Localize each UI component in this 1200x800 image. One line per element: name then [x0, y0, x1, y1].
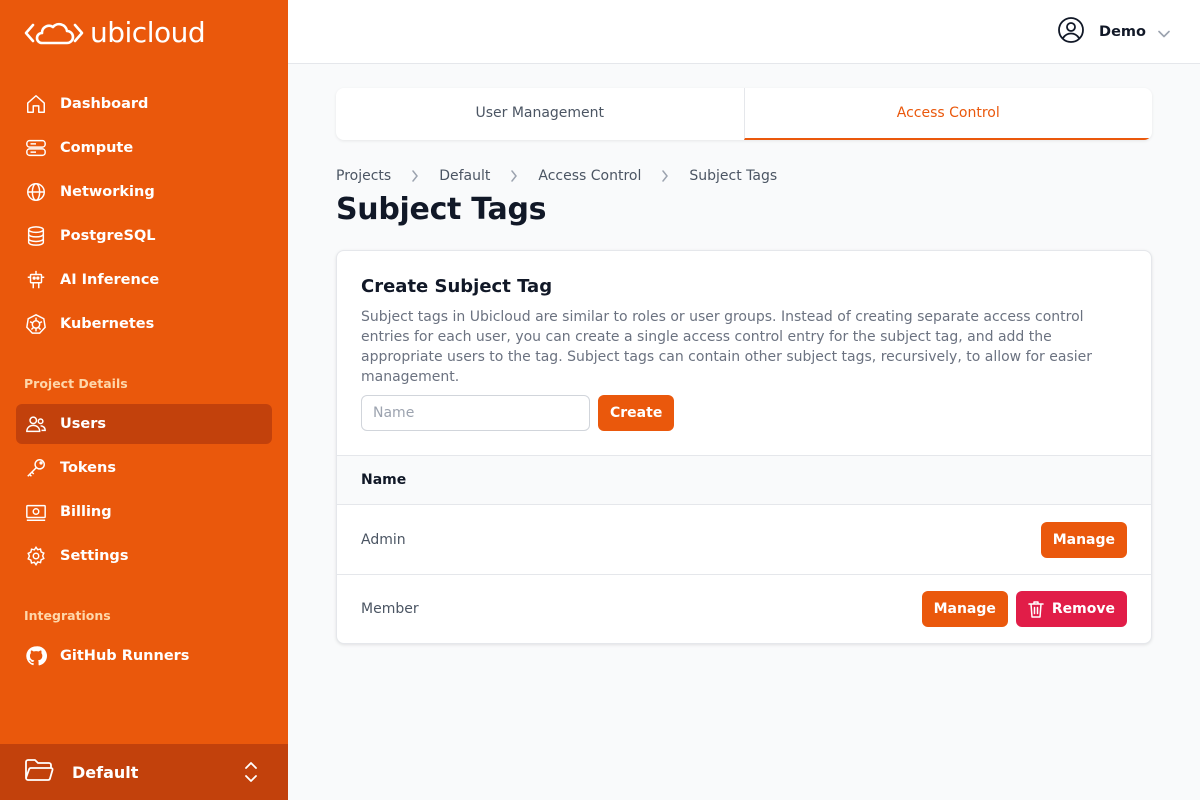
- chevron-right-icon: [661, 170, 669, 182]
- table-header: Name: [337, 455, 1151, 505]
- row-actions: Manage Remove: [921, 591, 1127, 627]
- sidebar-item-label: AI Inference: [60, 272, 160, 288]
- section-heading: Integrations: [24, 608, 111, 623]
- sidebar-item-tokens[interactable]: Tokens: [16, 448, 272, 488]
- sidebar-item-dashboard[interactable]: Dashboard: [16, 84, 272, 124]
- sidebar-item-ai-inference[interactable]: AI Inference: [16, 260, 272, 300]
- cloud-logo-icon: [24, 22, 84, 45]
- chevron-up-down-icon: [244, 760, 258, 788]
- tag-name: Admin: [361, 531, 406, 548]
- table-row: Member Manage Remove: [337, 574, 1151, 643]
- manage-button[interactable]: Manage: [1040, 521, 1127, 558]
- main-nav: Dashboard Compute Networking PostgreSQL …: [16, 84, 272, 348]
- create-row: Create: [361, 395, 1127, 431]
- sidebar-item-label: Settings: [60, 548, 129, 564]
- manage-button[interactable]: Manage: [921, 591, 1008, 627]
- brand-name: ubicloud: [90, 16, 206, 49]
- sidebar-item-label: Users: [60, 416, 107, 432]
- subject-tags-card: Create Subject Tag Subject tags in Ubicl…: [336, 250, 1152, 644]
- name-input[interactable]: [361, 395, 590, 431]
- project-switcher[interactable]: Default: [0, 744, 288, 800]
- tab-user-management[interactable]: User Management: [336, 88, 744, 140]
- sidebar-item-label: Dashboard: [60, 96, 149, 112]
- integrations-section: Integrations: [16, 606, 272, 626]
- kubernetes-icon: [24, 312, 48, 336]
- section-heading: Project Details: [24, 376, 128, 391]
- sidebar-item-github-runners[interactable]: GitHub Runners: [16, 636, 272, 676]
- table-row: Admin Manage: [337, 505, 1151, 574]
- user-name: Demo: [1099, 24, 1146, 40]
- billing-icon: [24, 500, 48, 524]
- row-actions: Manage: [1040, 521, 1127, 558]
- users-icon: [24, 412, 48, 436]
- project-details-section: Project Details: [16, 374, 272, 394]
- create-subject-tag-form: Create Subject Tag Subject tags in Ubicl…: [337, 251, 1151, 455]
- integrations-nav: GitHub Runners: [16, 636, 272, 680]
- breadcrumb-current: Subject Tags: [689, 168, 778, 184]
- globe-icon: [24, 180, 48, 204]
- sidebar-item-label: Compute: [60, 140, 134, 156]
- breadcrumb-link-default[interactable]: Default: [439, 168, 490, 184]
- sidebar-item-postgresql[interactable]: PostgreSQL: [16, 216, 272, 256]
- folder-icon: [24, 757, 56, 787]
- sidebar-item-kubernetes[interactable]: Kubernetes: [16, 304, 272, 344]
- trash-icon: [1028, 600, 1044, 618]
- chevron-right-icon: [510, 170, 518, 182]
- sidebar-item-label: Tokens: [60, 460, 116, 476]
- sidebar-item-compute[interactable]: Compute: [16, 128, 272, 168]
- sidebar-item-label: GitHub Runners: [60, 648, 190, 664]
- tab-bar: User Management Access Control: [336, 88, 1152, 140]
- sidebar-item-label: PostgreSQL: [60, 228, 156, 244]
- database-icon: [24, 224, 48, 248]
- breadcrumb-link-projects[interactable]: Projects: [336, 168, 391, 184]
- page-title: Subject Tags: [336, 192, 547, 227]
- github-icon: [24, 644, 48, 668]
- main-content: User Management Access Control Projects …: [336, 88, 1152, 644]
- project-name: Default: [72, 762, 139, 782]
- sidebar-item-label: Kubernetes: [60, 316, 155, 332]
- user-circle-icon: [1057, 16, 1085, 48]
- server-icon: [24, 136, 48, 160]
- sidebar-item-label: Networking: [60, 184, 155, 200]
- robot-icon: [24, 268, 48, 292]
- remove-label: Remove: [1051, 601, 1115, 617]
- tab-access-control[interactable]: Access Control: [743, 88, 1152, 140]
- gear-icon: [24, 544, 48, 568]
- sidebar-item-users[interactable]: Users: [16, 404, 272, 444]
- home-icon: [24, 92, 48, 116]
- sidebar-item-networking[interactable]: Networking: [16, 172, 272, 212]
- breadcrumb: Projects Default Access Control Subject …: [336, 166, 1152, 186]
- chevron-right-icon: [411, 170, 419, 182]
- key-icon: [24, 456, 48, 480]
- chevron-down-icon: [1158, 23, 1170, 42]
- user-menu[interactable]: Demo: [1057, 16, 1170, 48]
- sidebar-item-label: Billing: [60, 504, 112, 520]
- sidebar-item-settings[interactable]: Settings: [16, 536, 272, 576]
- column-header-name: Name: [361, 472, 407, 488]
- project-nav: Users Tokens Billing Settings: [16, 404, 272, 580]
- sidebar: ubicloud Dashboard Compute Networking Po…: [0, 0, 288, 800]
- brand-logo[interactable]: ubicloud: [24, 16, 206, 50]
- card-title: Create Subject Tag: [361, 276, 553, 297]
- create-button[interactable]: Create: [598, 395, 675, 431]
- card-description: Subject tags in Ubicloud are similar to …: [361, 309, 1093, 385]
- breadcrumb-link-access-control[interactable]: Access Control: [538, 168, 641, 184]
- top-bar: Demo: [288, 0, 1200, 64]
- tag-name: Member: [361, 601, 419, 617]
- remove-button[interactable]: Remove: [1015, 591, 1127, 627]
- sidebar-item-billing[interactable]: Billing: [16, 492, 272, 532]
